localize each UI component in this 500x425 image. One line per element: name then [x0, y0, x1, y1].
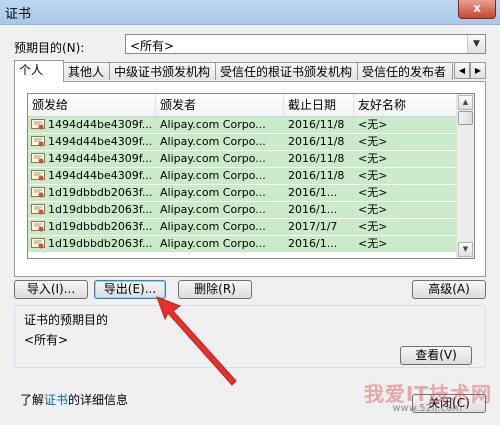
scroll-up-icon[interactable]: ▲	[458, 95, 473, 110]
tab-trusted-publishers[interactable]: 受信任的发布者	[357, 62, 453, 80]
table-row[interactable]: 1494d44be4309f... Alipay.com Corpo... 2016…	[28, 134, 458, 150]
cell-issued-by: Alipay.com Corpo...	[160, 169, 266, 182]
certificates-link[interactable]: 证书	[44, 393, 68, 407]
tab-scroll-right-icon[interactable]: ▶	[470, 62, 486, 79]
table-row[interactable]: 1d19dbbdb2063f... Alipay.com Corpo... 2017…	[28, 219, 458, 235]
window-title: 证书	[5, 7, 32, 22]
cell-friendly-name: <无>	[358, 152, 388, 165]
purpose-label: 预期目的(N):	[14, 41, 85, 55]
cell-issued-to: 1494d44be4309f...	[48, 135, 153, 148]
cell-expiration: 2017/1/7	[288, 220, 338, 233]
cell-issued-by: Alipay.com Corpo...	[160, 152, 266, 165]
cell-expiration: 2016/11/8	[288, 118, 345, 131]
table-row[interactable]: 1494d44be4309f... Alipay.com Corpo... 2016…	[28, 168, 458, 184]
tab-intermediate-ca[interactable]: 中级证书颁发机构	[109, 62, 216, 80]
export-button[interactable]: 导出(E)...	[94, 280, 166, 299]
tab-trusted-root-ca[interactable]: 受信任的根证书颁发机构	[215, 62, 358, 80]
cell-expiration: 2016/1...	[288, 237, 338, 250]
watermark-url: www.52ij.com	[392, 403, 462, 414]
view-button[interactable]: 查看(V)	[400, 346, 472, 365]
cell-friendly-name: <无>	[358, 135, 388, 148]
tab-strip: 个人 其他人 中级证书颁发机构 受信任的根证书颁发机构 受信任的发布者 ◀ ▶	[14, 60, 486, 82]
cell-friendly-name: <无>	[358, 169, 388, 182]
vertical-scrollbar[interactable]: ▲ ▼	[456, 94, 474, 258]
list-header: 颁发给 颁发者 截止日期 友好名称	[28, 94, 458, 117]
cell-issued-by: Alipay.com Corpo...	[160, 220, 266, 233]
cell-issued-to: 1d19dbbdb2063f...	[48, 186, 153, 199]
purpose-group-value: <所有>	[24, 333, 69, 347]
delete-button[interactable]: 删除(R)	[178, 280, 252, 299]
cell-issued-to: 1494d44be4309f...	[48, 169, 153, 182]
cell-issued-to: 1d19dbbdb2063f...	[48, 237, 153, 250]
tab-scroll-left-icon[interactable]: ◀	[454, 62, 470, 79]
cell-issued-by: Alipay.com Corpo...	[160, 237, 266, 250]
table-row[interactable]: 1d19dbbdb2063f... Alipay.com Corpo... 2016…	[28, 202, 458, 218]
purpose-group-title: 证书的预期目的	[24, 313, 109, 327]
tab-personal[interactable]: 个人	[14, 60, 64, 82]
column-friendly-name[interactable]: 友好名称	[354, 94, 458, 116]
table-row[interactable]: 1494d44be4309f... Alipay.com Corpo... 2016…	[28, 117, 458, 133]
cell-issued-by: Alipay.com Corpo...	[160, 135, 266, 148]
cell-issued-by: Alipay.com Corpo...	[160, 118, 266, 131]
cell-friendly-name: <无>	[358, 118, 388, 131]
column-expiration[interactable]: 截止日期	[284, 94, 354, 116]
cell-friendly-name: <无>	[358, 203, 388, 216]
cell-issued-to: 1d19dbbdb2063f...	[48, 220, 153, 233]
table-row[interactable]: 1d19dbbdb2063f... Alipay.com Corpo... 2016…	[28, 185, 458, 201]
scroll-thumb[interactable]	[458, 111, 473, 125]
purpose-dropdown[interactable]: <所有> ▼	[125, 34, 486, 54]
purpose-selected-value: <所有>	[130, 39, 175, 53]
cell-expiration: 2016/1...	[288, 186, 338, 199]
cell-issued-by: Alipay.com Corpo...	[160, 186, 266, 199]
import-button[interactable]: 导入(I)...	[14, 280, 88, 299]
cell-issued-to: 1d19dbbdb2063f...	[48, 203, 153, 216]
certificate-list[interactable]: 颁发给 颁发者 截止日期 友好名称 1494d44be4309f... Alipa…	[27, 93, 475, 259]
cell-friendly-name: <无>	[358, 186, 388, 199]
learn-more-prefix: 了解	[20, 393, 45, 407]
cell-issued-by: Alipay.com Corpo...	[160, 203, 266, 216]
cell-expiration: 2016/11/8	[288, 135, 345, 148]
learn-more-text: 了解证书的详细信息	[20, 391, 128, 408]
scroll-down-icon[interactable]: ▼	[458, 242, 473, 257]
advanced-button[interactable]: 高级(A)	[412, 280, 486, 299]
cell-friendly-name: <无>	[358, 220, 388, 233]
table-row[interactable]: 1d19dbbdb2063f... Alipay.com Corpo... 2016…	[28, 236, 458, 252]
cell-friendly-name: <无>	[358, 237, 388, 250]
close-window-button[interactable]: x	[458, 0, 496, 19]
cell-expiration: 2016/11/8	[288, 169, 345, 182]
table-row[interactable]: 1494d44be4309f... Alipay.com Corpo... 2016…	[28, 151, 458, 167]
column-issued-to[interactable]: 颁发给	[28, 94, 156, 116]
column-issued-by[interactable]: 颁发者	[156, 94, 284, 116]
cell-issued-to: 1494d44be4309f...	[48, 118, 153, 131]
cell-expiration: 2016/11/8	[288, 152, 345, 165]
title-bar: 证书 x	[0, 0, 500, 25]
cell-expiration: 2016/1...	[288, 203, 338, 216]
tab-other-people[interactable]: 其他人	[63, 62, 110, 80]
chevron-down-icon[interactable]: ▼	[467, 35, 485, 53]
learn-more-suffix: 的详细信息	[68, 393, 129, 407]
cell-issued-to: 1494d44be4309f...	[48, 152, 153, 165]
